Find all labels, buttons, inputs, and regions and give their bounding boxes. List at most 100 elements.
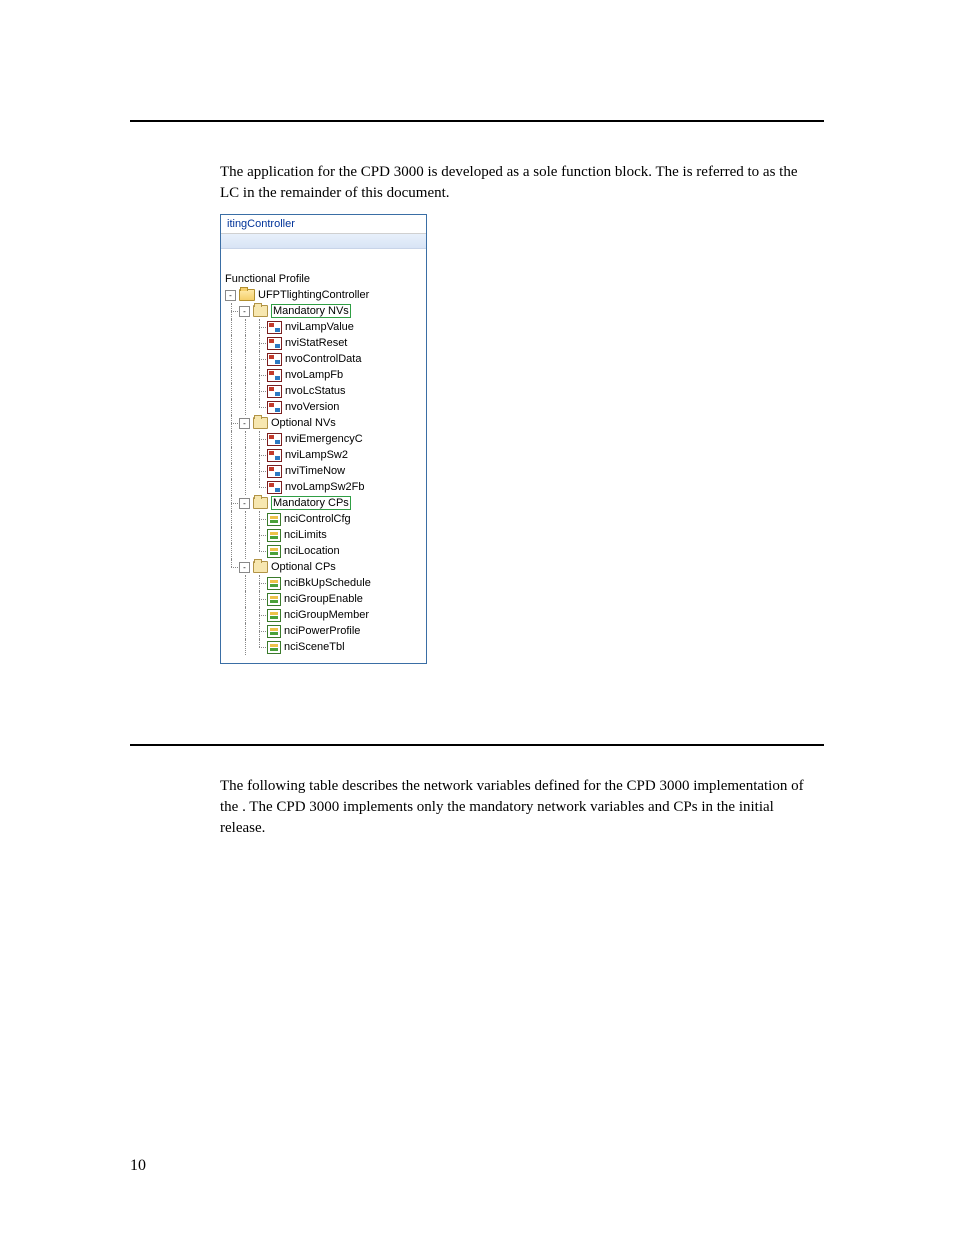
- tree-label: nviEmergencyC: [285, 433, 363, 445]
- tree-indent: [253, 367, 267, 383]
- cp-icon: [267, 577, 281, 590]
- tree-root[interactable]: - UFPTlightingController: [225, 287, 422, 303]
- tree-indent: [225, 495, 239, 511]
- tree-group[interactable]: - Mandatory CPs: [225, 495, 422, 511]
- tree-indent: [225, 383, 239, 399]
- tree-label: nvoControlData: [285, 353, 361, 365]
- tree-indent: [253, 639, 267, 655]
- tree-group[interactable]: - Optional NVs: [225, 415, 422, 431]
- panel-header: Functional Profile: [221, 267, 426, 287]
- tree-indent: [225, 559, 239, 575]
- tree-label: nciLocation: [284, 545, 340, 557]
- tree-label: nviLampValue: [285, 321, 354, 333]
- tree-item[interactable]: nviLampValue: [225, 319, 422, 335]
- tree-indent: [239, 399, 253, 415]
- tree-indent: [253, 383, 267, 399]
- tree-indent: [239, 319, 253, 335]
- tree-indent: [253, 511, 267, 527]
- tree-indent: [239, 351, 253, 367]
- tree-item[interactable]: nciLocation: [225, 543, 422, 559]
- tree-item[interactable]: nviEmergencyC: [225, 431, 422, 447]
- tree-item[interactable]: nvoLampSw2Fb: [225, 479, 422, 495]
- tree-item[interactable]: nvoVersion: [225, 399, 422, 415]
- tree-item[interactable]: nciSceneTbl: [225, 639, 422, 655]
- tree-indent: [239, 639, 253, 655]
- tree-indent: [225, 527, 239, 543]
- tree-label: Optional NVs: [271, 417, 336, 429]
- table-text-2: . The CPD 3000 implements only the manda…: [220, 799, 774, 836]
- panel-title: itingController: [221, 215, 426, 234]
- tree-indent: [225, 303, 239, 319]
- cp-icon: [267, 593, 281, 606]
- tree-indent: [239, 335, 253, 351]
- tree-indent: [239, 463, 253, 479]
- tree-label: nciSceneTbl: [284, 641, 345, 653]
- folder-icon: [253, 417, 268, 429]
- tree-item[interactable]: nvoLcStatus: [225, 383, 422, 399]
- nv-icon: [267, 321, 282, 334]
- tree-indent: [239, 527, 253, 543]
- tree-item[interactable]: nvoControlData: [225, 351, 422, 367]
- tree-label: nviLampSw2: [285, 449, 348, 461]
- tree-item[interactable]: nciPowerProfile: [225, 623, 422, 639]
- tree-item[interactable]: nciControlCfg: [225, 511, 422, 527]
- nv-icon: [267, 481, 282, 494]
- cp-icon: [267, 641, 281, 654]
- tree-indent: [253, 591, 267, 607]
- panel-blank: [221, 249, 426, 267]
- tree-indent: [225, 351, 239, 367]
- tree-label: UFPTlightingController: [258, 289, 369, 301]
- tree-label: nvoLampSw2Fb: [285, 481, 365, 493]
- tree-indent: [225, 399, 239, 415]
- folder-open-icon: [239, 289, 255, 301]
- tree-item[interactable]: nvoLampFb: [225, 367, 422, 383]
- tree-indent: [253, 623, 267, 639]
- tree-indent: [239, 543, 253, 559]
- tree-group[interactable]: - Optional CPs: [225, 559, 422, 575]
- tree-label: nvoVersion: [285, 401, 339, 413]
- intro-text-1: The application for the CPD 3000 is deve…: [220, 164, 679, 180]
- expander-icon[interactable]: -: [225, 290, 236, 301]
- cp-icon: [267, 625, 281, 638]
- tree-indent: [225, 431, 239, 447]
- nv-icon: [267, 369, 282, 382]
- tree-indent: [239, 479, 253, 495]
- tree-item[interactable]: nviLampSw2: [225, 447, 422, 463]
- tree-item[interactable]: nviTimeNow: [225, 463, 422, 479]
- tree-indent: [225, 639, 239, 655]
- tree-indent: [225, 319, 239, 335]
- tree-item[interactable]: nciGroupMember: [225, 607, 422, 623]
- tree-item[interactable]: nciGroupEnable: [225, 591, 422, 607]
- expander-icon[interactable]: -: [239, 498, 250, 509]
- expander-icon[interactable]: -: [239, 418, 250, 429]
- expander-icon[interactable]: -: [239, 562, 250, 573]
- tree-label: Mandatory NVs: [271, 304, 351, 318]
- tree-indent: [253, 319, 267, 335]
- nv-icon: [267, 353, 282, 366]
- tree-item[interactable]: nciLimits: [225, 527, 422, 543]
- tree-indent: [253, 447, 267, 463]
- tree-indent: [239, 575, 253, 591]
- tree-group[interactable]: - Mandatory NVs: [225, 303, 422, 319]
- tree-indent: [225, 575, 239, 591]
- tree-indent: [225, 623, 239, 639]
- tree-label: nciGroupEnable: [284, 593, 363, 605]
- tree-item[interactable]: nciBkUpSchedule: [225, 575, 422, 591]
- tree-item[interactable]: nviStatReset: [225, 335, 422, 351]
- folder-icon: [253, 497, 268, 509]
- tree-indent: [225, 367, 239, 383]
- nv-icon: [267, 401, 282, 414]
- tree-indent: [253, 543, 267, 559]
- tree-indent: [253, 431, 267, 447]
- tree-label: nvoLampFb: [285, 369, 343, 381]
- tree-label: nvoLcStatus: [285, 385, 346, 397]
- tree-indent: [253, 463, 267, 479]
- tree-indent: [239, 367, 253, 383]
- tree-indent: [225, 463, 239, 479]
- nv-icon: [267, 465, 282, 478]
- tree-indent: [239, 447, 253, 463]
- table-paragraph: The following table describes the networ…: [220, 776, 820, 839]
- expander-icon[interactable]: -: [239, 306, 250, 317]
- tree-indent: [239, 431, 253, 447]
- cp-icon: [267, 529, 281, 542]
